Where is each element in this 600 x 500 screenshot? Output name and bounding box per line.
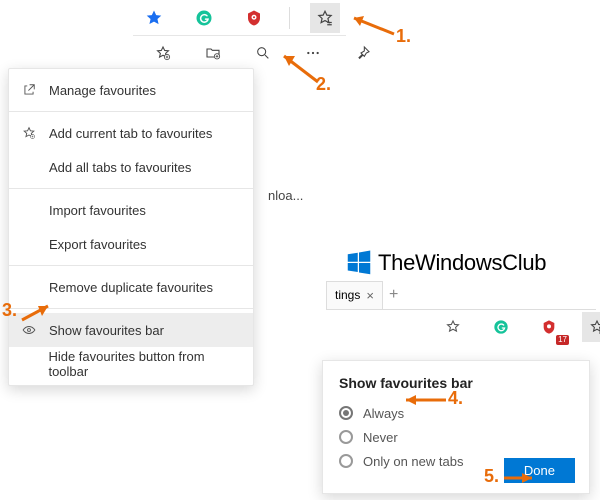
annotation-1: 1. — [396, 26, 411, 47]
favourites-button[interactable] — [582, 312, 600, 342]
more-options-icon[interactable] — [298, 38, 328, 68]
truncated-text: nloa... — [268, 188, 303, 203]
tab-label: tings — [335, 288, 360, 302]
done-button[interactable]: Done — [504, 458, 575, 483]
star-plus-icon — [21, 126, 37, 140]
pin-icon[interactable] — [348, 38, 378, 68]
favourites-context-menu: Manage favourites Add current tab to fav… — [8, 68, 254, 386]
menu-divider — [9, 188, 253, 189]
favourite-star-outline-icon[interactable] — [438, 312, 468, 342]
eye-icon — [21, 323, 37, 337]
search-icon[interactable] — [248, 38, 278, 68]
adblock-icon[interactable] — [239, 3, 269, 33]
browser-tab[interactable]: tings × — [326, 281, 383, 309]
new-tab-button[interactable]: + — [389, 286, 398, 304]
windows-logo-icon — [344, 248, 374, 278]
tab-strip: tings × + — [326, 280, 596, 310]
menu-manage-favourites[interactable]: Manage favourites — [9, 73, 253, 107]
annotation-2: 2. — [316, 74, 331, 95]
favourites-panel-toolbar — [148, 38, 378, 68]
menu-export-favourites[interactable]: Export favourites — [9, 227, 253, 261]
menu-item-label: Remove duplicate favourites — [49, 280, 213, 295]
grammarly-icon[interactable] — [189, 3, 219, 33]
favourites-button[interactable] — [310, 3, 340, 33]
menu-item-label: Show favourites bar — [49, 323, 164, 338]
watermark-text: TheWindowsClub — [378, 250, 546, 276]
menu-item-label: Hide favourites button from toolbar — [48, 349, 241, 379]
adblock-badge-icon[interactable]: 17 — [534, 312, 564, 342]
close-icon[interactable]: × — [366, 288, 374, 303]
badge-count: 17 — [556, 335, 569, 345]
radio-label: Only on new tabs — [363, 454, 463, 469]
radio-never[interactable]: Never — [339, 425, 573, 449]
radio-icon — [339, 430, 353, 444]
toolbar-separator — [289, 7, 290, 29]
radio-always[interactable]: Always — [339, 401, 573, 425]
menu-hide-favourites-button[interactable]: Hide favourites button from toolbar — [9, 347, 253, 381]
top-toolbar — [133, 0, 346, 36]
radio-icon — [339, 454, 353, 468]
radio-label: Never — [363, 430, 398, 445]
watermark: TheWindowsClub — [344, 248, 546, 278]
add-folder-icon[interactable] — [198, 38, 228, 68]
menu-import-favourites[interactable]: Import favourites — [9, 193, 253, 227]
open-external-icon — [21, 83, 37, 97]
add-favourite-icon[interactable] — [148, 38, 178, 68]
menu-divider — [9, 308, 253, 309]
dialog-title: Show favourites bar — [339, 375, 573, 391]
radio-icon — [339, 406, 353, 420]
show-favourites-bar-dialog: Show favourites bar Always Never Only on… — [322, 360, 590, 494]
right-toolbar: 17 — [438, 312, 600, 342]
menu-add-current-tab[interactable]: Add current tab to favourites — [9, 116, 253, 150]
menu-divider — [9, 111, 253, 112]
menu-add-all-tabs[interactable]: Add all tabs to favourites — [9, 150, 253, 184]
menu-item-label: Add all tabs to favourites — [49, 160, 191, 175]
menu-item-label: Import favourites — [49, 203, 146, 218]
menu-divider — [9, 265, 253, 266]
menu-remove-duplicates[interactable]: Remove duplicate favourites — [9, 270, 253, 304]
menu-item-label: Add current tab to favourites — [49, 126, 212, 141]
menu-item-label: Export favourites — [49, 237, 147, 252]
radio-label: Always — [363, 406, 404, 421]
grammarly-icon[interactable] — [486, 312, 516, 342]
bookmark-star-icon[interactable] — [139, 3, 169, 33]
menu-show-favourites-bar[interactable]: Show favourites bar — [9, 313, 253, 347]
menu-item-label: Manage favourites — [49, 83, 156, 98]
